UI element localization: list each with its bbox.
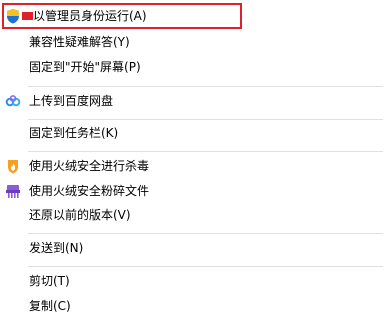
- menu-item-label: 以管理员身份运行(A): [33, 9, 147, 23]
- menu-item-pin-to-start[interactable]: 固定到"开始"屏幕(P): [0, 56, 385, 78]
- menu-item-run-as-admin[interactable]: 以管理员身份运行(A): [0, 5, 385, 27]
- menu-item-restore-previous-versions[interactable]: 还原以前的版本(V): [0, 204, 385, 226]
- huorong-flame-icon: [5, 158, 21, 174]
- baidu-netdisk-icon: [5, 93, 21, 109]
- menu-item-upload-baidu[interactable]: 上传到百度网盘: [0, 90, 385, 112]
- menu-item-huorong-shred[interactable]: 使用火绒安全粉碎文件: [0, 180, 385, 202]
- menu-item-label: 复制(C): [29, 299, 71, 313]
- menu-separator: [28, 119, 383, 120]
- menu-item-label: 上传到百度网盘: [29, 94, 114, 108]
- context-menu: 以管理员身份运行(A) 兼容性疑难解答(Y) 固定到"开始"屏幕(P) 上传到百…: [0, 0, 385, 317]
- huorong-shredder-icon: [5, 183, 21, 199]
- annotation-red-mark: [22, 12, 33, 20]
- menu-separator: [28, 233, 383, 234]
- menu-item-label: 兼容性疑难解答(Y): [29, 35, 130, 49]
- menu-item-label: 使用火绒安全粉碎文件: [29, 184, 150, 198]
- menu-item-cut[interactable]: 剪切(T): [0, 270, 385, 292]
- menu-item-label: 固定到"开始"屏幕(P): [29, 60, 141, 74]
- menu-item-send-to[interactable]: 发送到(N): [0, 237, 385, 259]
- menu-separator: [28, 86, 383, 87]
- menu-item-pin-to-taskbar[interactable]: 固定到任务栏(K): [0, 122, 385, 144]
- menu-item-label: 剪切(T): [29, 274, 70, 288]
- menu-item-copy[interactable]: 复制(C): [0, 295, 385, 317]
- menu-item-label: 固定到任务栏(K): [29, 126, 119, 140]
- menu-separator: [28, 151, 383, 152]
- menu-item-compat-troubleshoot[interactable]: 兼容性疑难解答(Y): [0, 31, 385, 53]
- menu-item-label: 还原以前的版本(V): [29, 208, 131, 222]
- menu-item-label: 使用火绒安全进行杀毒: [29, 159, 150, 173]
- uac-shield-icon: [5, 8, 21, 24]
- menu-separator: [28, 266, 383, 267]
- menu-item-label: 发送到(N): [29, 241, 84, 255]
- menu-item-huorong-scan[interactable]: 使用火绒安全进行杀毒: [0, 155, 385, 177]
